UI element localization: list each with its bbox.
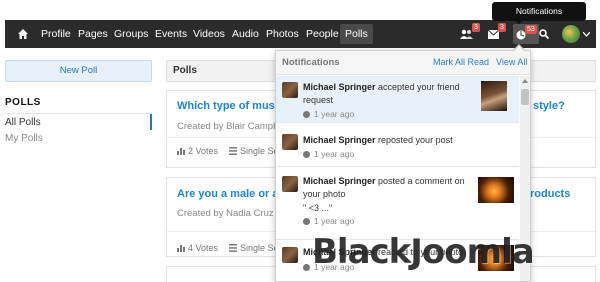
notification-actor[interactable]: Michael Springer [303,82,376,92]
nav-people[interactable]: People [306,20,339,48]
notification-text: Michael Springer posted a comment on you… [303,175,471,201]
chevron-down-icon[interactable] [583,32,590,37]
sidebar-item-my-polls[interactable]: My Polls [5,133,43,144]
poll-votes: 4 Votes [188,243,219,253]
notification-item[interactable]: Michael Springer posted a comment on you… [276,168,519,240]
tooltip-arrow [515,20,523,24]
sidebar-divider [5,113,152,114]
poll-question[interactable]: Which type of music [177,100,284,112]
clock-icon [303,111,310,118]
avatar[interactable] [282,82,298,98]
poll-type: Single Se [240,146,279,156]
mark-all-read-link[interactable]: Mark All Read [433,57,489,67]
nav-profile[interactable]: Profile [41,20,71,48]
notification-time-text: 1 year ago [314,149,355,159]
dropdown-arrow-fill [514,46,524,51]
clock-icon [303,264,310,271]
poll-question-end[interactable]: style? [533,100,565,112]
search-icon[interactable] [539,29,549,39]
page-title: Polls [173,65,197,76]
bar-chart-icon [177,148,185,155]
poll-question[interactable]: Are you a male or a f [177,188,285,200]
sidebar-active-indicator [150,114,152,130]
poll-votes: 2 Votes [188,146,219,156]
scroll-thumb[interactable] [521,89,529,105]
scroll-up-arrow[interactable] [522,79,528,83]
home-icon[interactable] [18,29,28,39]
nav-videos[interactable]: Videos [193,20,225,48]
notification-thumbnail[interactable] [481,81,507,111]
friend-requests-badge: 3 [472,23,480,32]
avatar[interactable] [282,176,298,192]
notification-time: 1 year ago [303,149,354,159]
notifications-button[interactable]: 53 [513,24,539,44]
notification-text: Michael Springer accepted your friend re… [303,81,471,107]
notification-item[interactable]: Michael Springer accepted your friend re… [276,76,519,123]
view-all-link[interactable]: View All [496,57,527,67]
watermark-logo: BlackJoomla [312,232,535,272]
poll-author: Created by Nadia Cruz [177,208,274,219]
messages-button[interactable]: 3 [488,23,508,41]
notification-time: 1 year ago [303,216,354,226]
friend-requests-button[interactable]: 3 [460,23,480,41]
dropdown-header: Notifications Mark All Read View All [276,51,530,75]
notification-item[interactable]: Michael Springer reposted your post 1 ye… [276,124,519,167]
sidebar-item-all-polls[interactable]: All Polls [5,117,41,128]
top-navbar: Profile Pages Groups Events Videos Audio… [5,20,596,48]
notification-time: 1 year ago [303,109,354,119]
notification-thumbnail[interactable] [478,177,514,203]
nav-photos[interactable]: Photos [266,20,299,48]
user-avatar[interactable] [562,25,580,43]
bar-chart-icon [177,245,185,252]
notification-time-text: 1 year ago [314,109,355,119]
nav-audio[interactable]: Audio [232,20,259,48]
nav-events[interactable]: Events [155,20,187,48]
notification-text: Michael Springer reposted your post [303,134,471,147]
list-icon [229,244,237,252]
sidebar-title: POLLS [5,97,41,108]
messages-badge: 3 [498,23,506,32]
notifications-tooltip: Notifications [492,2,586,21]
envelope-icon [488,30,499,39]
avatar[interactable] [282,247,298,263]
new-poll-button[interactable]: New Poll [5,60,152,82]
nav-groups[interactable]: Groups [114,20,148,48]
nav-polls[interactable]: Polls [340,24,373,44]
poll-type: Single Se [240,243,279,253]
list-icon [229,147,237,155]
notification-time-text: 1 year ago [314,216,355,226]
nav-pages[interactable]: Pages [78,20,108,48]
notifications-badge: 53 [525,25,537,34]
clock-icon [303,218,310,225]
poll-question-end[interactable]: roducts [530,188,570,200]
avatar[interactable] [282,134,298,150]
notification-actor[interactable]: Michael Springer [303,135,376,145]
notification-actor[interactable]: Michael Springer [303,176,376,186]
notification-excerpt: " <3 ..." [303,203,333,213]
clock-icon [303,151,310,158]
dropdown-title: Notifications [282,57,340,68]
users-icon [460,29,473,39]
poll-author: Created by Blair Campbe [177,121,284,132]
notification-action: reposted your post [375,135,453,145]
